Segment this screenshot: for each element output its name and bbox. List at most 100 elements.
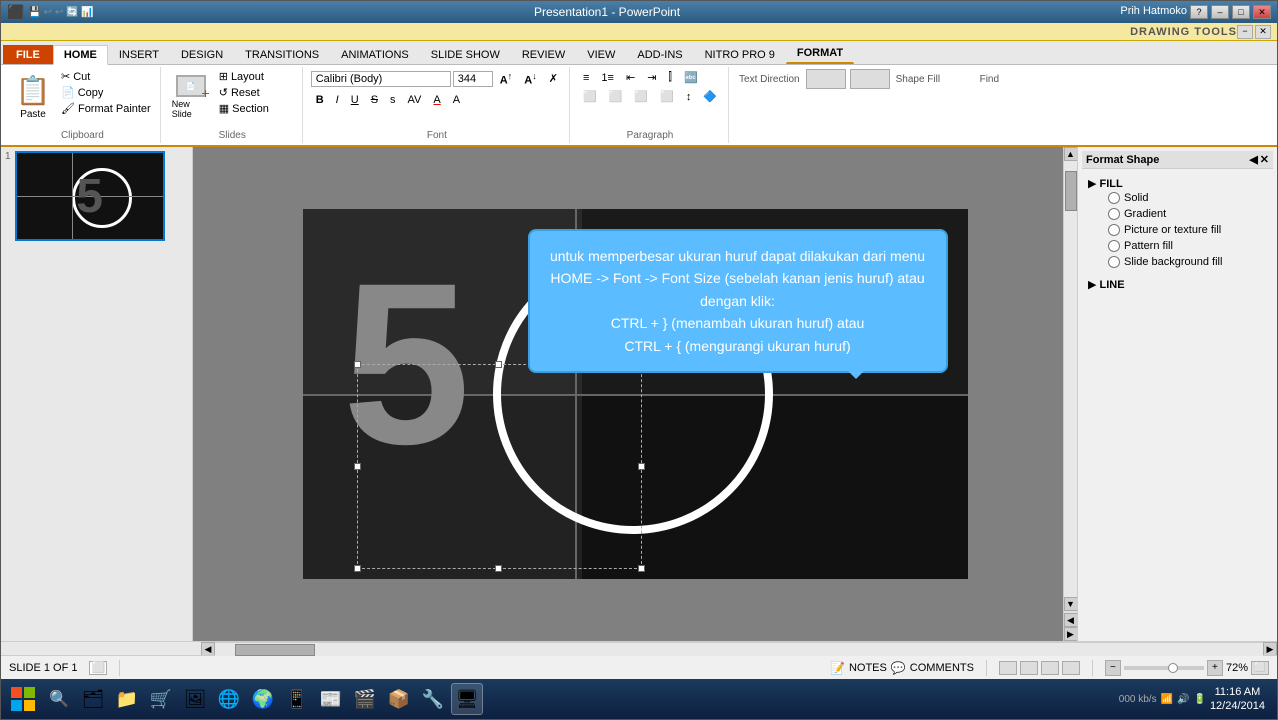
handle-tl[interactable]: [354, 361, 361, 368]
align-left-button[interactable]: ⬜: [578, 88, 602, 105]
tab-design[interactable]: DESIGN: [170, 45, 234, 64]
cut-button[interactable]: ✂ Cut: [58, 69, 154, 84]
radio-gradient[interactable]: Gradient: [1100, 206, 1267, 222]
radio-picture[interactable]: Picture or texture fill: [1100, 222, 1267, 238]
tab-nitro-pro[interactable]: NITRO PRO 9: [694, 45, 786, 64]
help-button[interactable]: ?: [1190, 5, 1208, 19]
zoom-out-button[interactable]: −: [1105, 660, 1121, 676]
h-scroll-right-button[interactable]: ▶: [1263, 642, 1277, 656]
taskbar-video-icon[interactable]: 🎬: [349, 683, 381, 715]
notes-button[interactable]: 📝: [830, 661, 845, 675]
scroll-next-button[interactable]: ▶: [1064, 627, 1078, 641]
slide-canvas[interactable]: 5: [303, 209, 968, 579]
handle-bl[interactable]: [354, 565, 361, 572]
font-name-input[interactable]: [311, 71, 451, 87]
zoom-in-button[interactable]: +: [1207, 660, 1223, 676]
taskbar-phone-icon[interactable]: 📱: [281, 683, 313, 715]
tab-insert[interactable]: INSERT: [108, 45, 170, 64]
tab-slide-show[interactable]: SLIDE SHOW: [420, 45, 511, 64]
increase-font-button[interactable]: A↑: [495, 69, 518, 89]
copy-button[interactable]: 📄 Copy: [58, 85, 154, 100]
close-button[interactable]: ✕: [1253, 5, 1271, 19]
radio-solid[interactable]: Solid: [1100, 190, 1267, 206]
strikethrough-button[interactable]: S: [366, 92, 383, 108]
section-button[interactable]: ▦ Section: [216, 101, 296, 116]
taskbar-edge-icon[interactable]: 🌍: [247, 683, 279, 715]
fit-slide-button[interactable]: ⬜: [1251, 661, 1269, 675]
shape-fill-label[interactable]: Shape Fill: [894, 72, 974, 87]
handle-tc[interactable]: [495, 361, 502, 368]
shape-tool-1[interactable]: [806, 69, 846, 89]
align-center-button[interactable]: ⬜: [604, 88, 628, 105]
maximize-button[interactable]: □: [1232, 5, 1250, 19]
indent-button[interactable]: ⇥: [642, 69, 661, 86]
find-label[interactable]: Find: [978, 72, 1001, 87]
format-painter-button[interactable]: 🖌 Format Painter: [58, 101, 154, 116]
underline-button[interactable]: U: [346, 92, 364, 108]
bold-button[interactable]: B: [311, 92, 329, 108]
radio-picture-input[interactable]: [1108, 224, 1120, 236]
taskbar-folder-icon[interactable]: 📁: [111, 683, 143, 715]
handle-ml[interactable]: [354, 463, 361, 470]
decrease-font-button[interactable]: A↓: [519, 69, 542, 89]
slide-1-thumb[interactable]: 5: [15, 151, 165, 241]
scroll-down-button[interactable]: ▼: [1064, 597, 1078, 611]
clear-format-button[interactable]: ✗: [544, 70, 563, 87]
taskbar-tools-icon[interactable]: 🔧: [417, 683, 449, 715]
line-spacing-button[interactable]: ↕: [681, 89, 697, 105]
scroll-prev-button[interactable]: ◀: [1064, 613, 1078, 627]
radio-pattern-input[interactable]: [1108, 240, 1120, 252]
justify-button[interactable]: ⬜: [655, 88, 679, 105]
paste-button[interactable]: 📋 Paste: [11, 69, 55, 125]
scroll-thumb[interactable]: [1065, 171, 1077, 211]
scroll-up-button[interactable]: ▲: [1064, 147, 1078, 161]
comments-icon[interactable]: 💬: [891, 661, 906, 675]
radio-pattern[interactable]: Pattern fill: [1100, 238, 1267, 254]
comments-label[interactable]: COMMENTS: [910, 662, 974, 674]
tab-file[interactable]: FILE: [3, 45, 53, 64]
panel-close-button[interactable]: ✕: [1260, 153, 1269, 166]
radio-slide-bg[interactable]: Slide background fill: [1100, 254, 1267, 270]
panel-close-icon[interactable]: ✕: [1255, 25, 1271, 39]
tab-transitions[interactable]: TRANSITIONS: [234, 45, 330, 64]
panel-minimize-btn[interactable]: −: [1237, 25, 1253, 39]
notes-label[interactable]: NOTES: [849, 662, 887, 674]
h-scroll-thumb[interactable]: [235, 644, 315, 656]
radio-solid-input[interactable]: [1108, 192, 1120, 204]
volume-icon[interactable]: 🔊: [1177, 694, 1189, 705]
align-right-button[interactable]: ⬜: [629, 88, 653, 105]
status-icon-1[interactable]: ⬜: [89, 661, 107, 675]
selection-box[interactable]: [357, 364, 642, 569]
reset-button[interactable]: ↺ Reset: [216, 85, 296, 100]
handle-br[interactable]: [638, 565, 645, 572]
char-spacing-button[interactable]: AV: [403, 92, 427, 108]
italic-button[interactable]: I: [331, 92, 344, 108]
taskbar-news-icon[interactable]: 📰: [315, 683, 347, 715]
handle-bc[interactable]: [495, 565, 502, 572]
bullets-button[interactable]: ≡: [578, 70, 594, 86]
fill-section-header[interactable]: ▶ FILL: [1088, 177, 1267, 190]
slideshow-button[interactable]: [1062, 661, 1080, 675]
smartart-button[interactable]: 🔷: [698, 88, 722, 105]
tab-view[interactable]: VIEW: [576, 45, 626, 64]
numbering-button[interactable]: 1≡: [596, 70, 619, 86]
handle-mr[interactable]: [638, 463, 645, 470]
taskbar-ie-icon[interactable]: 🌐: [213, 683, 245, 715]
tab-home[interactable]: HOME: [53, 45, 108, 65]
columns-button[interactable]: ⫿: [663, 69, 677, 86]
panel-back-button[interactable]: ◀: [1249, 153, 1257, 166]
taskbar-search-icon[interactable]: 🔍: [43, 683, 75, 715]
taskbar-powerpoint-icon[interactable]: 🖥: [451, 683, 483, 715]
highlight-button[interactable]: A: [448, 92, 465, 108]
taskbar-dreamweaver-icon[interactable]: 📦: [383, 683, 415, 715]
tab-animations[interactable]: ANIMATIONS: [330, 45, 420, 64]
font-color-button[interactable]: A: [428, 92, 445, 108]
radio-slide-bg-input[interactable]: [1108, 256, 1120, 268]
zoom-slider-thumb[interactable]: [1168, 663, 1178, 673]
reading-view-button[interactable]: [1041, 661, 1059, 675]
font-size-input[interactable]: [453, 71, 493, 87]
tab-add-ins[interactable]: ADD-INS: [626, 45, 693, 64]
text-shadow-button[interactable]: s: [385, 92, 401, 108]
new-slide-button[interactable]: + 📄 New Slide: [169, 69, 213, 125]
start-button[interactable]: [5, 681, 41, 717]
